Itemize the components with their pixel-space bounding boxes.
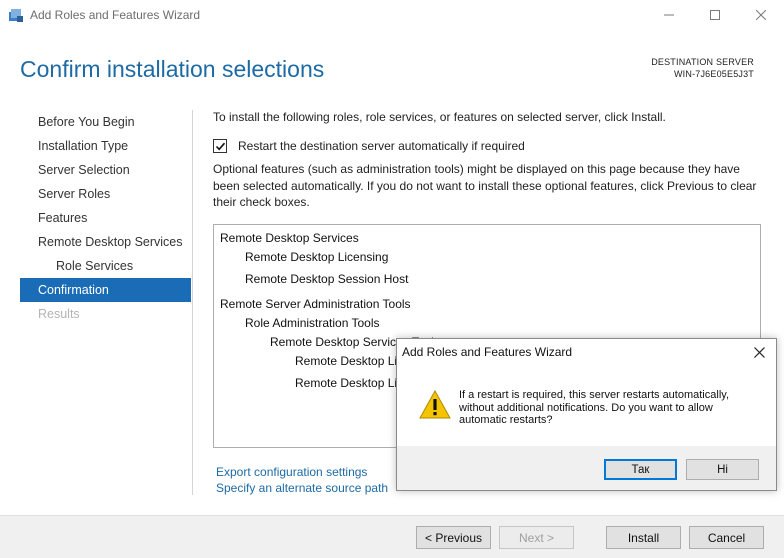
next-button: Next >: [499, 526, 574, 549]
dialog-title: Add Roles and Features Wizard: [402, 345, 573, 359]
optional-features-text: Optional features (such as administratio…: [213, 162, 757, 209]
minimize-icon: [664, 14, 674, 16]
nav-item-server-roles[interactable]: Server Roles: [20, 182, 191, 206]
nav-item-role-services[interactable]: Role Services: [20, 254, 191, 278]
alternate-source-link[interactable]: Specify an alternate source path: [216, 481, 388, 495]
maximize-button[interactable]: [692, 0, 738, 30]
list-item: Role Administration Tools: [245, 316, 380, 330]
restart-checkbox-label: Restart the destination server automatic…: [238, 139, 525, 153]
minimize-button[interactable]: [646, 0, 692, 30]
checkmark-icon: [215, 142, 225, 150]
nav-item-results: Results: [38, 307, 80, 321]
close-window-button[interactable]: [738, 0, 784, 30]
cancel-button[interactable]: Cancel: [689, 526, 764, 549]
nav-item-features[interactable]: Features: [20, 206, 191, 230]
nav-item-before-you-begin[interactable]: Before You Begin: [20, 110, 191, 134]
nav-divider: [192, 110, 193, 495]
close-icon: [753, 346, 765, 358]
install-button[interactable]: Install: [606, 526, 681, 549]
no-button[interactable]: Ні: [686, 459, 759, 480]
wizard-nav: Before You Begin Installation Type Serve…: [20, 110, 191, 326]
window-titlebar: Add Roles and Features Wizard: [0, 0, 784, 30]
destination-server-label: DESTINATION SERVER: [651, 57, 754, 67]
list-item: Remote Desktop Services: [220, 231, 359, 245]
window-title: Add Roles and Features Wizard: [30, 8, 201, 22]
server-manager-icon: [9, 9, 23, 22]
page-title: Confirm installation selections: [20, 56, 325, 82]
list-item: Remote Desktop Session Host: [245, 272, 409, 286]
maximize-icon: [710, 10, 720, 20]
export-configuration-link[interactable]: Export configuration settings: [216, 465, 367, 479]
nav-item-server-selection[interactable]: Server Selection: [20, 158, 191, 182]
list-item: Remote Server Administration Tools: [220, 297, 411, 311]
restart-checkbox[interactable]: [213, 139, 227, 153]
nav-item-confirmation[interactable]: Confirmation: [20, 278, 191, 302]
warning-icon: [419, 390, 451, 419]
yes-button[interactable]: Так: [604, 459, 677, 480]
dialog-message: If a restart is required, this server re…: [459, 389, 729, 426]
restart-checkbox-row[interactable]: Restart the destination server automatic…: [213, 139, 525, 153]
previous-button[interactable]: < Previous: [416, 526, 491, 549]
nav-item-installation-type[interactable]: Installation Type: [20, 134, 191, 158]
close-icon: [756, 10, 766, 20]
dialog-close-button[interactable]: [747, 342, 771, 362]
nav-item-remote-desktop-services[interactable]: Remote Desktop Services: [20, 230, 191, 254]
destination-server-name: WIN-7J6E05E5J3T: [673, 69, 754, 79]
intro-text: To install the following roles, role ser…: [213, 110, 666, 124]
restart-confirm-dialog: Add Roles and Features Wizard If a resta…: [396, 338, 777, 491]
list-item: Remote Desktop Licensing: [245, 250, 389, 264]
